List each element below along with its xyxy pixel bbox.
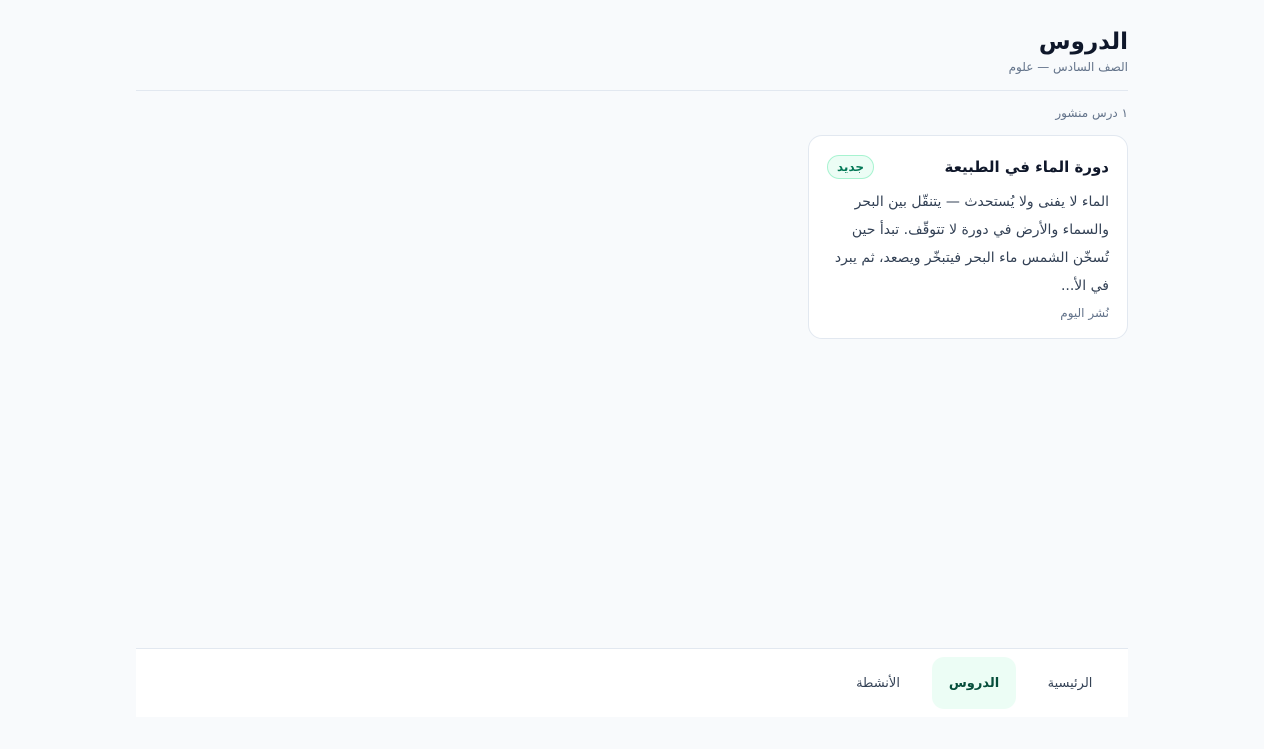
page-title: الدروس: [1038, 29, 1128, 55]
lesson-excerpt: الماء لا يفنى ولا يُستحدث — يتنقّل بين ا…: [834, 194, 1109, 294]
nav-item-lessons[interactable]: الدروس: [932, 657, 1016, 709]
lesson-published-date: نُشر اليوم: [1060, 306, 1109, 320]
lesson-card[interactable]: دورة الماء في الطبيعة جديد الماء لا يفنى…: [808, 135, 1128, 339]
lessons-count: ١ درس منشور: [1055, 106, 1128, 120]
lesson-title: دورة الماء في الطبيعة: [944, 158, 1109, 176]
nav-item-activities[interactable]: الأنشطة: [836, 657, 920, 709]
new-badge: جديد: [827, 155, 875, 179]
page-subtitle: الصف السادس — علوم: [1008, 60, 1128, 74]
nav-item-home[interactable]: الرئيسية: [1028, 657, 1112, 709]
lesson-card-header: دورة الماء في الطبيعة جديد: [827, 152, 1109, 182]
page-header: الدروس الصف السادس — علوم: [136, 26, 1128, 91]
bottom-nav: الرئيسية الدروس الأنشطة: [136, 648, 1128, 717]
app-container: الدروس الصف السادس — علوم ١ درس منشور دو…: [136, 0, 1128, 749]
